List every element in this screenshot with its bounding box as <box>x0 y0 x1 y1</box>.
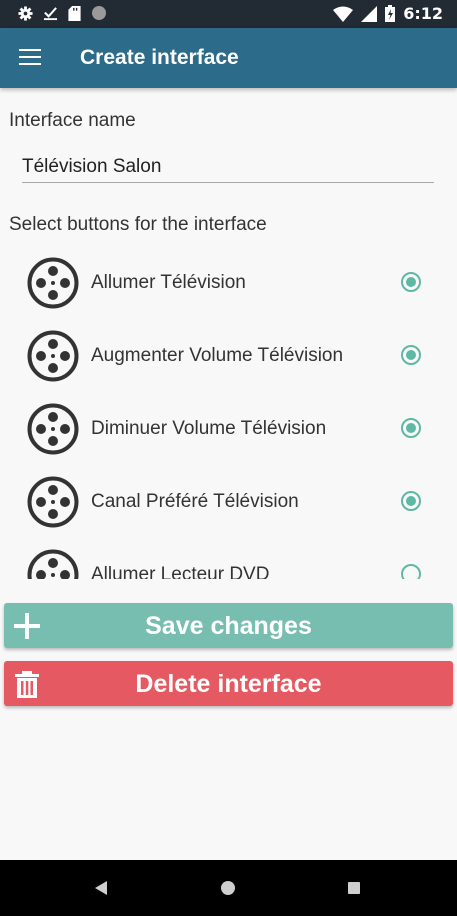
delete-interface-label: Delete interface <box>135 670 322 698</box>
list-item[interactable]: Diminuer Volume Télévision <box>0 392 457 465</box>
list-item-label: Diminuer Volume Télévision <box>91 418 327 439</box>
page-title: Create interface <box>80 46 239 69</box>
selection-radio[interactable] <box>401 345 421 365</box>
home-icon[interactable] <box>220 880 236 896</box>
status-bar: 6:12 <box>0 0 457 28</box>
film-reel-icon <box>27 257 79 309</box>
film-reel-icon <box>27 403 79 455</box>
hamburger-menu-icon[interactable] <box>19 49 41 67</box>
film-reel-icon <box>27 476 79 528</box>
selection-radio[interactable] <box>401 564 421 579</box>
wifi-icon <box>333 6 354 22</box>
circle-icon <box>92 6 106 20</box>
recents-icon[interactable] <box>347 881 361 895</box>
battery-icon <box>385 5 396 22</box>
save-changes-button[interactable]: Save changes <box>4 603 453 648</box>
list-item-label: Canal Préféré Télévision <box>91 491 299 512</box>
interface-name-label: Interface name <box>9 110 136 131</box>
selection-radio[interactable] <box>401 272 421 292</box>
back-icon[interactable] <box>94 880 108 896</box>
app-bar: Create interface <box>0 28 457 88</box>
selection-radio[interactable] <box>401 491 421 511</box>
gear-icon <box>18 5 33 21</box>
list-item[interactable]: Allumer Lecteur DVD <box>0 538 457 579</box>
list-item[interactable]: Allumer Télévision <box>0 246 457 319</box>
film-reel-icon <box>27 330 79 382</box>
list-item[interactable]: Augmenter Volume Télévision <box>0 319 457 392</box>
save-changes-label: Save changes <box>145 612 312 640</box>
select-buttons-label: Select buttons for the interface <box>9 214 267 235</box>
list-item-label: Allumer Télévision <box>91 272 246 293</box>
sd-card-icon <box>68 5 81 21</box>
selection-radio[interactable] <box>401 418 421 438</box>
status-right-icons: 6:12 <box>333 4 443 23</box>
list-item[interactable]: Canal Préféré Télévision <box>0 465 457 538</box>
status-time: 6:12 <box>403 4 443 23</box>
interface-name-input[interactable] <box>22 152 434 183</box>
film-reel-icon <box>27 549 79 579</box>
navigation-bar <box>0 860 457 916</box>
list-item-label: Augmenter Volume Télévision <box>91 345 344 366</box>
check-download-icon <box>43 6 58 20</box>
list-item-label: Allumer Lecteur DVD <box>91 564 270 579</box>
signal-icon <box>361 5 378 22</box>
delete-interface-button[interactable]: Delete interface <box>4 661 453 706</box>
button-list[interactable]: Allumer Télévision Augmenter Volume Télé… <box>0 246 457 579</box>
status-left-icons <box>18 5 107 21</box>
